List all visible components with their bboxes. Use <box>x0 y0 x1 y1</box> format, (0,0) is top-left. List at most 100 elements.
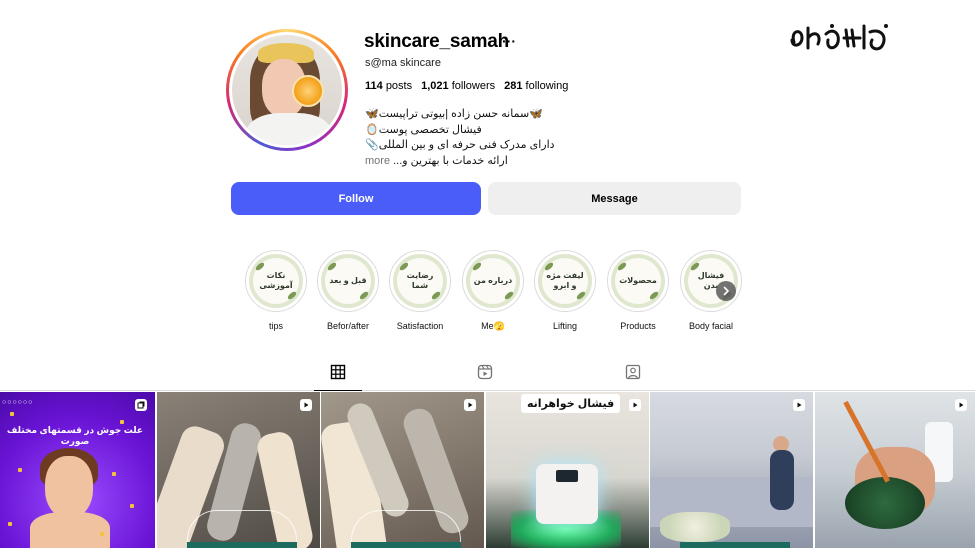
posts-label: posts <box>385 80 413 92</box>
post-caption: فیشال خواهرانه <box>521 394 621 413</box>
highlight-ring: نکات آموزشی <box>245 250 307 312</box>
tagged-icon <box>625 364 641 380</box>
tab-posts[interactable] <box>314 364 362 391</box>
reel-icon <box>629 399 641 411</box>
sparkle-decoration <box>130 504 134 508</box>
followers-count: 1,021 <box>421 80 449 92</box>
highlight-cover-text: محصولات <box>619 276 657 285</box>
leaf-decoration <box>326 261 338 272</box>
mask-bowl <box>845 477 925 529</box>
avatar-border <box>229 32 345 148</box>
posts-count: 114 <box>365 80 383 92</box>
machine-screen <box>556 470 578 482</box>
following-stat[interactable]: 281 following <box>504 80 568 92</box>
highlight-ring: رضایت شما <box>389 250 451 312</box>
carousel-dots-decoration: ○○○○○○ <box>2 399 34 406</box>
bio-line-text: ارائه خدمات با بهترین و... <box>393 154 508 167</box>
highlight-cover: نکات آموزشی <box>249 254 303 308</box>
highlight-label: Body facial <box>688 321 734 331</box>
bio: 🦋سمانه حسن زاده |بیوتی تراپیست🦋 فیشال تخ… <box>365 107 565 169</box>
highlight-products[interactable]: محصولات Products <box>607 250 669 331</box>
watermark-logo-graphic <box>790 24 888 51</box>
frame-decoration <box>680 542 790 548</box>
avatar-image <box>232 35 342 145</box>
leaf-decoration <box>616 261 628 272</box>
highlight-ring: محصولات <box>607 250 669 312</box>
message-button[interactable]: Message <box>488 182 741 215</box>
highlight-satisfaction[interactable]: رضایت شما Satisfaction <box>389 250 451 331</box>
highlight-cover-text: نکات آموزشی <box>259 271 293 290</box>
following-count: 281 <box>504 80 523 92</box>
frame-decoration <box>351 542 461 548</box>
post-thumbnail[interactable]: ○○○○○○ علت جوش در قسمتهای مختلف صورت <box>0 392 155 548</box>
illustration-face <box>45 456 93 518</box>
highlight-label: Lifting <box>552 321 578 331</box>
therapist-figure <box>770 450 794 510</box>
highlight-ring: درباره من <box>462 250 524 312</box>
bio-line-last: ارائه خدمات با بهترین و... more <box>365 154 565 170</box>
highlight-cover: درباره من <box>466 254 520 308</box>
leaf-decoration <box>358 290 370 301</box>
post-thumbnail[interactable] <box>321 392 484 548</box>
profile-avatar[interactable] <box>226 29 348 151</box>
grid-icon <box>330 364 346 380</box>
bio-line: 🦋سمانه حسن زاده |بیوتی تراپیست🦋 <box>365 108 543 120</box>
following-label: following <box>525 80 569 92</box>
highlights-next-button[interactable] <box>716 281 736 301</box>
tab-tagged[interactable] <box>609 364 657 391</box>
highlight-label: tips <box>268 321 283 331</box>
highlight-label: Befor/after <box>326 321 370 331</box>
highlight-tips[interactable]: نکات آموزشی tips <box>245 250 307 331</box>
highlight-cover: قبل و بعد <box>321 254 375 308</box>
reel-icon <box>300 399 312 411</box>
post-thumbnail[interactable] <box>157 392 320 548</box>
highlight-cover-text: درباره من <box>473 276 513 285</box>
carousel-icon <box>135 399 147 411</box>
reel-icon <box>464 399 476 411</box>
username: skincare_samah <box>364 31 510 52</box>
post-thumbnail[interactable]: فیشال خواهرانه <box>486 392 649 548</box>
sparkle-decoration <box>112 472 116 476</box>
sparkle-decoration <box>18 468 22 472</box>
posts-stat: 114 posts <box>365 80 412 92</box>
highlight-cover: رضایت شما <box>393 254 447 308</box>
highlight-cover: محصولات <box>611 254 665 308</box>
leaf-decoration <box>286 290 298 301</box>
post-thumbnail[interactable] <box>650 392 813 548</box>
highlight-cover-text: رضایت شما <box>406 271 434 290</box>
sparkle-decoration <box>10 412 14 416</box>
full-name: s@ma skincare <box>365 57 441 69</box>
highlight-label: Products <box>620 321 656 331</box>
watermark-logo <box>788 20 894 56</box>
followers-stat[interactable]: 1,021 followers <box>421 80 495 92</box>
highlight-ring: قبل و بعد <box>317 250 379 312</box>
bio-more-link[interactable]: more <box>365 155 390 167</box>
highlight-me[interactable]: درباره من Me🫣 <box>462 250 524 332</box>
post-caption: علت جوش در قسمتهای مختلف صورت <box>6 425 144 446</box>
chevron-right-icon <box>723 286 729 296</box>
highlight-ring: لیفت مژه و ابرو <box>534 250 596 312</box>
flowers-decoration <box>660 512 730 542</box>
leaf-decoration <box>471 261 483 272</box>
leaf-decoration <box>575 290 587 301</box>
leaf-decoration <box>503 290 515 301</box>
highlight-label: Satisfaction <box>396 321 444 331</box>
leaf-decoration <box>648 290 660 301</box>
highlight-cover-text: لیفت مژه و ابرو <box>546 271 584 290</box>
highlight-cover-text: قبل و بعد <box>329 276 367 285</box>
follow-button[interactable]: Follow <box>231 182 481 215</box>
post-thumbnail[interactable] <box>815 392 975 548</box>
highlight-ring: فیشال بدن <box>680 250 742 312</box>
leaf-decoration <box>430 290 442 301</box>
avatar-orange-slice <box>292 75 324 107</box>
sparkle-decoration <box>100 532 104 536</box>
bio-line: فیشال تخصصی پوست🪞 <box>365 123 482 136</box>
more-options-icon[interactable]: ··· <box>502 33 516 49</box>
highlight-cover: لیفت مژه و ابرو <box>538 254 592 308</box>
sparkle-decoration <box>8 522 12 526</box>
highlight-lifting[interactable]: لیفت مژه و ابرو Lifting <box>534 250 596 331</box>
highlight-before-after[interactable]: قبل و بعد Befor/after <box>317 250 379 331</box>
profile-stats: 114 posts 1,021 followers 281 following <box>365 80 568 92</box>
sparkle-decoration <box>120 420 124 424</box>
tab-reels[interactable] <box>461 364 509 391</box>
